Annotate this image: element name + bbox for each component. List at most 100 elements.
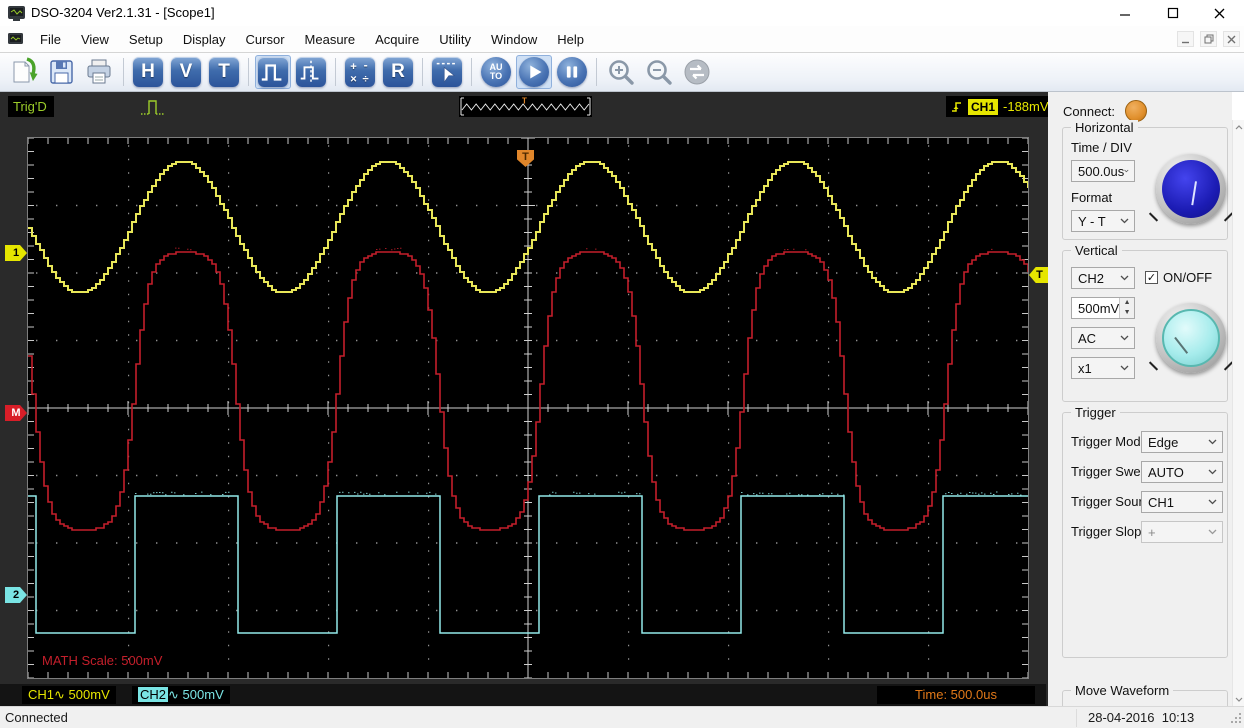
menu-file[interactable]: File xyxy=(30,28,71,51)
connect-indicator-light[interactable] xyxy=(1125,100,1147,122)
vertical-group-title: Vertical xyxy=(1071,243,1122,258)
cursor-measure-button[interactable] xyxy=(429,55,465,89)
mdi-restore-icon xyxy=(1204,34,1214,44)
menu-help[interactable]: Help xyxy=(547,28,594,51)
menu-cursor[interactable]: Cursor xyxy=(236,28,295,51)
trigger-select-value: + xyxy=(1148,525,1156,540)
mdi-minimize-button[interactable] xyxy=(1177,31,1194,47)
load-data-button[interactable] xyxy=(5,55,41,89)
ch2-scale-readout[interactable]: CH2∿ 500mV xyxy=(132,686,230,704)
vertical-knob[interactable] xyxy=(1156,303,1226,373)
waveform-plot: MATH Scale: 500mV xyxy=(27,137,1029,679)
trigger-slope-select[interactable]: + xyxy=(1141,521,1223,543)
math-position-marker[interactable]: M xyxy=(5,405,27,421)
print-button[interactable] xyxy=(81,55,117,89)
trigger-panel-icon: T xyxy=(209,57,239,87)
vertical-channel-select[interactable]: CH2 xyxy=(1071,267,1135,289)
onoff-checkbox[interactable]: ✓ xyxy=(1145,271,1158,284)
status-bar: Connected 28-04-2016 10:13 xyxy=(0,706,1244,728)
menu-window[interactable]: Window xyxy=(481,28,547,51)
mdi-restore-button[interactable] xyxy=(1200,31,1217,47)
chevron-down-icon xyxy=(1208,439,1217,445)
ch1-scale-readout[interactable]: CH1∿ 500mV xyxy=(22,686,116,704)
horizontal-panel-icon: H xyxy=(133,57,163,87)
trigger-mode-select[interactable]: Edge xyxy=(1141,431,1223,453)
maximize-icon xyxy=(1167,7,1179,19)
resize-grip[interactable] xyxy=(1231,713,1242,724)
timebase-readout: Time: 500.0us xyxy=(877,686,1035,704)
menu-measure[interactable]: Measure xyxy=(295,28,366,51)
ch2-wave-symbol: ∿ xyxy=(168,687,179,702)
connection-status-text: Connected xyxy=(5,710,68,725)
time-div-select[interactable]: 500.0us xyxy=(1071,160,1135,182)
channel-onoff[interactable]: ✓ ON/OFF xyxy=(1145,270,1212,285)
zoom-in-button[interactable] xyxy=(603,55,639,89)
menu-setup[interactable]: Setup xyxy=(119,28,173,51)
trigger-sweep-select[interactable]: AUTO xyxy=(1141,461,1223,483)
math-function-button[interactable]: +-×÷ xyxy=(342,55,378,89)
menu-utility[interactable]: Utility xyxy=(429,28,481,51)
menu-acquire[interactable]: Acquire xyxy=(365,28,429,51)
horizontal-panel-button[interactable]: H xyxy=(130,55,166,89)
ref-waveform-button[interactable]: R xyxy=(380,55,416,89)
spin-up-icon[interactable]: ▲ xyxy=(1120,298,1134,308)
volts-div-value: 500mV xyxy=(1072,301,1119,316)
chevron-down-icon xyxy=(1120,365,1129,371)
zoom-out-button[interactable] xyxy=(641,55,677,89)
vertical-panel-button[interactable]: V xyxy=(168,55,204,89)
save-button[interactable] xyxy=(43,55,79,89)
transfer-button[interactable] xyxy=(679,55,715,89)
ch1-wave-symbol: ∿ xyxy=(54,687,65,702)
preview-waveform-icon: T xyxy=(459,96,592,117)
trigger-source-select[interactable]: CH1 xyxy=(1141,491,1223,513)
maximize-button[interactable] xyxy=(1156,0,1190,26)
trigger-level-marker[interactable]: T xyxy=(1029,267,1050,283)
scroll-up-icon[interactable] xyxy=(1233,120,1244,134)
trigger-panel-button[interactable]: T xyxy=(206,55,242,89)
acquisition-preview[interactable]: T xyxy=(459,96,592,117)
math-function-icon: +-×÷ xyxy=(345,57,375,87)
coupling-select[interactable]: AC xyxy=(1071,327,1135,349)
pulse-width-trigger-button[interactable] xyxy=(255,55,291,89)
menu-view[interactable]: View xyxy=(71,28,119,51)
ch1-position-marker[interactable]: 1 xyxy=(5,245,27,261)
autoset-icon: AUTO xyxy=(481,57,511,87)
menu-display[interactable]: Display xyxy=(173,28,236,51)
toolbar-separator xyxy=(596,58,597,86)
svg-text:+: + xyxy=(350,61,357,73)
trigger-select-value: Edge xyxy=(1148,435,1178,450)
trigger-group: Trigger Trigger ModeEdgeTrigger SweepAUT… xyxy=(1062,412,1228,658)
svg-text:T: T xyxy=(522,97,527,106)
horizontal-knob[interactable] xyxy=(1156,154,1226,224)
ch2-position-marker[interactable]: 2 xyxy=(5,587,27,603)
zoom-out-icon xyxy=(644,57,674,87)
probe-select[interactable]: x1 xyxy=(1071,357,1135,379)
load-data-icon xyxy=(8,57,38,87)
ch1-scale-value: 500mV xyxy=(69,687,110,702)
toolbar-separator xyxy=(422,58,423,86)
format-value: Y - T xyxy=(1078,214,1106,229)
trigger-select-value: AUTO xyxy=(1148,465,1184,480)
vertical-panel-icon: V xyxy=(171,57,201,87)
spin-down-icon[interactable]: ▼ xyxy=(1120,308,1134,318)
volts-div-spinner[interactable]: 500mV ▲▼ xyxy=(1071,297,1135,319)
vertical-channel-value: CH2 xyxy=(1078,271,1104,286)
run-button[interactable] xyxy=(516,55,552,89)
mdi-close-button[interactable] xyxy=(1223,31,1240,47)
format-select[interactable]: Y - T xyxy=(1071,210,1135,232)
pulse-measure-button[interactable] xyxy=(293,55,329,89)
spinner-buttons: ▲▼ xyxy=(1119,298,1134,318)
minimize-button[interactable] xyxy=(1108,0,1142,26)
channel-info-bar: CH1∿ 500mV CH2∿ 500mV Time: 500.0us xyxy=(0,684,1046,706)
panel-scrollbar[interactable] xyxy=(1232,120,1244,706)
scroll-down-icon[interactable] xyxy=(1233,692,1244,706)
chevron-down-icon xyxy=(1120,275,1129,281)
ch1-name: CH1 xyxy=(28,687,54,702)
scope-status-strip: Trig'D T CH1 -188mV xyxy=(0,92,1048,122)
save-icon xyxy=(46,57,76,87)
mdi-minimize-icon xyxy=(1181,35,1190,44)
pause-button[interactable] xyxy=(554,55,590,89)
autoset-button[interactable]: AUTO xyxy=(478,55,514,89)
close-button[interactable] xyxy=(1202,0,1236,26)
svg-text:÷: ÷ xyxy=(363,73,369,85)
